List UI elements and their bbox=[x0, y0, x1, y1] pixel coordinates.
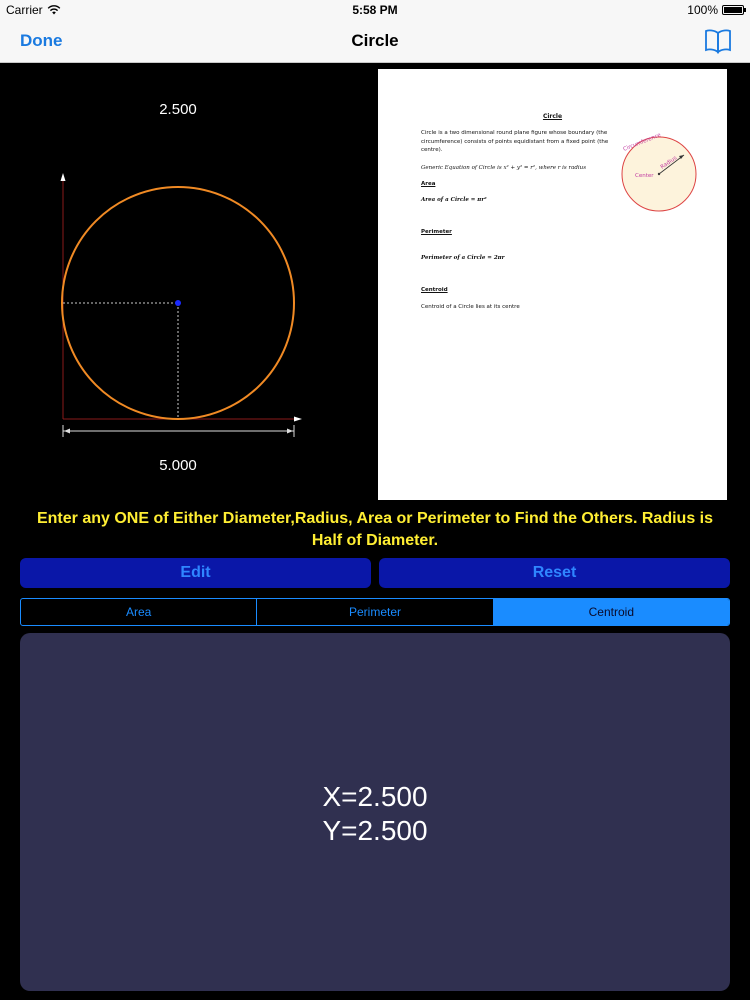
sheet-definition: Circle is a two dimensional round plane … bbox=[421, 130, 609, 154]
book-button[interactable] bbox=[704, 28, 732, 59]
centroid-y-value: Y=2.500 bbox=[322, 815, 428, 846]
battery-icon bbox=[722, 5, 746, 15]
centroid-x-value: X=2.500 bbox=[322, 781, 428, 812]
sheet-centroid-heading: Centroid bbox=[421, 287, 448, 293]
circle-drawing: 2.500 5.000 bbox=[0, 63, 370, 503]
circle-diagram bbox=[60, 173, 302, 437]
book-icon bbox=[705, 29, 731, 54]
figure-center-label: Center bbox=[635, 173, 654, 179]
property-segmented-control: Area Perimeter Centroid bbox=[20, 598, 730, 626]
instruction-text: Enter any ONE of Either Diameter,Radius,… bbox=[36, 510, 714, 549]
sheet-area-heading: Area bbox=[421, 181, 436, 187]
result-panel: X=2.500 Y=2.500 bbox=[20, 633, 730, 991]
reset-button[interactable]: Reset bbox=[379, 558, 730, 588]
navigation-bar: Done Circle bbox=[0, 20, 750, 63]
center-point bbox=[175, 300, 181, 306]
sheet-perimeter-formula: Perimeter of a Circle = 2πr bbox=[421, 255, 505, 261]
formula-sheet: Circle Circle is a two dimensional round… bbox=[378, 69, 727, 500]
edit-button[interactable]: Edit bbox=[20, 558, 371, 588]
tab-area[interactable]: Area bbox=[21, 599, 258, 625]
sheet-perimeter-heading: Perimeter bbox=[421, 229, 452, 235]
sheet-area-formula: Area of a Circle = πr² bbox=[421, 197, 487, 203]
page-title: Circle bbox=[351, 31, 399, 50]
status-right: 100% bbox=[687, 3, 746, 17]
sheet-title: Circle bbox=[542, 113, 563, 120]
tab-perimeter[interactable]: Perimeter bbox=[257, 599, 494, 625]
status-bar: Carrier 5:58 PM 100% bbox=[0, 0, 750, 20]
circle-figure: Circumference Radius Center bbox=[621, 133, 697, 212]
tab-centroid[interactable]: Centroid bbox=[493, 599, 729, 625]
diameter-dimension-label: 5.000 bbox=[159, 457, 197, 474]
sheet-generic-equation: Generic Equation of Circle is x² + y² = … bbox=[421, 165, 587, 171]
battery-percent: 100% bbox=[687, 3, 718, 17]
status-time: 5:58 PM bbox=[352, 3, 398, 17]
sheet-centroid-text: Centroid of a Circle lies at its centre bbox=[421, 304, 520, 310]
